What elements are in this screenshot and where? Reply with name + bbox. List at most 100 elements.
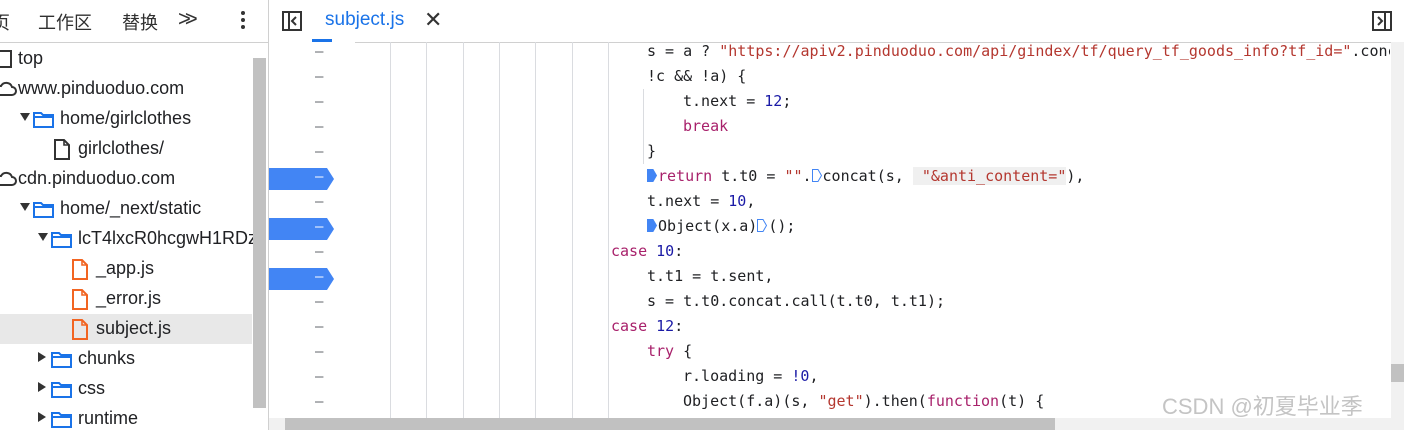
code-token: 12 bbox=[656, 317, 675, 335]
line-number: – bbox=[315, 194, 324, 210]
code-line: r.loading = !0, bbox=[683, 367, 818, 392]
collapse-arrow-icon[interactable] bbox=[20, 113, 30, 121]
code-token: try bbox=[647, 342, 675, 360]
more-menu-icon[interactable] bbox=[233, 7, 253, 33]
code-token: t.t0 = bbox=[712, 167, 785, 185]
toggle-navigator-icon[interactable] bbox=[281, 10, 303, 32]
tree-item[interactable]: home/_next/static bbox=[0, 194, 252, 224]
toggle-debugger-icon[interactable] bbox=[1371, 10, 1393, 32]
editor-vertical-scrollbar[interactable] bbox=[1391, 42, 1404, 430]
code-line: s = a ? "https://apiv2.pinduoduo.com/api… bbox=[647, 42, 1390, 67]
tree-item[interactable]: runtime bbox=[0, 404, 252, 430]
code-line: break bbox=[683, 117, 728, 142]
code-token: "" bbox=[784, 167, 803, 185]
code-line: s = t.t0.concat.call(t.t0, t.t1); bbox=[647, 292, 945, 317]
tree-item[interactable]: top bbox=[0, 44, 252, 74]
horizontal-scroll-thumb[interactable] bbox=[285, 418, 1055, 430]
line-number: – bbox=[315, 394, 324, 410]
tree-item[interactable]: subject.js bbox=[0, 314, 252, 344]
tree-item-label: lcT4lxcR0hcgwH1RDz bbox=[78, 228, 258, 248]
inline-breakpoint-icon[interactable] bbox=[647, 219, 657, 232]
expand-arrow-icon[interactable] bbox=[38, 382, 46, 392]
tree-item[interactable]: www.pinduoduo.com bbox=[0, 74, 252, 104]
code-line: Object(f.a)(s, "get").then(function(t) { bbox=[683, 392, 1044, 417]
indent-guide bbox=[463, 42, 464, 418]
breakpoint-marker[interactable] bbox=[269, 168, 334, 190]
cloud-icon bbox=[0, 81, 17, 96]
breakpoint-marker[interactable] bbox=[269, 268, 334, 290]
line-number: – bbox=[315, 219, 324, 235]
tree-item-label: css bbox=[78, 378, 105, 398]
code-token: !0 bbox=[791, 367, 810, 385]
inline-breakpoint-icon[interactable] bbox=[811, 169, 822, 182]
indent-guide bbox=[608, 42, 609, 418]
code-line: t.next = 10, bbox=[647, 192, 755, 217]
close-tab-icon[interactable]: ✕ bbox=[424, 7, 442, 33]
line-number: – bbox=[315, 144, 324, 160]
tree-item[interactable]: chunks bbox=[0, 344, 252, 374]
collapse-arrow-icon[interactable] bbox=[38, 233, 48, 241]
tab-page[interactable]: 页 bbox=[0, 9, 10, 35]
code-token: (); bbox=[768, 217, 796, 235]
inline-breakpoint-icon[interactable] bbox=[647, 169, 657, 182]
js-file-icon bbox=[72, 259, 88, 280]
tree-item[interactable]: girlclothes/ bbox=[0, 134, 252, 164]
inline-breakpoint-icon[interactable] bbox=[757, 219, 768, 232]
editor-tabstrip: subject.js ✕ bbox=[269, 0, 1404, 43]
code-token: ; bbox=[782, 92, 792, 110]
tree-item[interactable]: css bbox=[0, 374, 252, 404]
code-line: case 10: bbox=[611, 242, 683, 267]
more-tabs-icon[interactable]: >> bbox=[178, 6, 198, 32]
code-token: function bbox=[926, 392, 1000, 410]
tree-item-label: subject.js bbox=[96, 318, 172, 338]
code-line: t.t1 = t.sent, bbox=[647, 267, 773, 292]
code-token: "https://apiv2.pinduoduo.com/api/gindex/… bbox=[719, 42, 1352, 60]
navigator-scrollbar[interactable] bbox=[253, 58, 266, 408]
code-token: 10 bbox=[656, 242, 675, 260]
code-token: . bbox=[802, 167, 812, 185]
tree-item-label: girlclothes/ bbox=[78, 138, 165, 158]
js-file-icon bbox=[72, 289, 88, 310]
tree-item-label: _error.js bbox=[96, 288, 162, 308]
code-line: t.next = 12; bbox=[683, 92, 791, 117]
code-token: , bbox=[809, 367, 819, 385]
line-gutter[interactable]: – – – – – – – – – – – – – – – bbox=[269, 42, 355, 430]
tree-item[interactable]: cdn.pinduoduo.com bbox=[0, 164, 252, 194]
code-token: t.next = bbox=[647, 192, 729, 210]
code-token: , bbox=[746, 192, 756, 210]
folder-icon bbox=[33, 202, 54, 218]
code-editor[interactable]: s = a ? "https://apiv2.pinduoduo.com/api… bbox=[355, 42, 1390, 418]
tab-workspace[interactable]: 工作区 bbox=[38, 9, 92, 35]
code-token: "&anti_content=" bbox=[912, 167, 1067, 185]
expand-arrow-icon[interactable] bbox=[38, 352, 46, 362]
code-line: case 12: bbox=[611, 317, 683, 342]
code-token: t.t1 = t.sent, bbox=[647, 267, 774, 285]
tree-item-label: home/_next/static bbox=[60, 198, 202, 218]
expand-arrow-icon[interactable] bbox=[38, 412, 46, 422]
indent-guide bbox=[499, 42, 500, 418]
tree-item[interactable]: _error.js bbox=[0, 284, 252, 314]
code-token: s = a ? bbox=[647, 42, 720, 60]
tab-replace[interactable]: 替换 bbox=[122, 9, 158, 35]
folder-icon bbox=[51, 382, 72, 398]
code-token: : bbox=[674, 317, 684, 335]
tree-item[interactable]: lcT4lxcR0hcgwH1RDz bbox=[0, 224, 257, 254]
code-token: } bbox=[647, 142, 657, 160]
tree-item[interactable]: _app.js bbox=[0, 254, 252, 284]
tree-item[interactable]: home/girlclothes bbox=[0, 104, 252, 134]
code-token: t.next = bbox=[683, 92, 765, 110]
breakpoint-marker[interactable] bbox=[269, 218, 334, 240]
cloud-icon bbox=[0, 171, 17, 186]
indent-guide bbox=[572, 42, 573, 418]
code-token: return bbox=[658, 167, 713, 185]
editor-tab-label: subject.js bbox=[325, 9, 405, 30]
block-guide bbox=[643, 89, 644, 164]
tree-item-label: cdn.pinduoduo.com bbox=[18, 168, 176, 188]
tab-subject-js[interactable]: subject.js ✕ bbox=[312, 0, 442, 42]
code-line: !c && !a) { bbox=[647, 67, 746, 92]
navigator-panel: 页 工作区 替换 >> top www.pinduoduo.com home/gir… bbox=[0, 0, 269, 430]
vertical-scroll-thumb[interactable] bbox=[1391, 364, 1404, 382]
code-token: 12 bbox=[764, 92, 783, 110]
collapse-arrow-icon[interactable] bbox=[20, 203, 30, 211]
